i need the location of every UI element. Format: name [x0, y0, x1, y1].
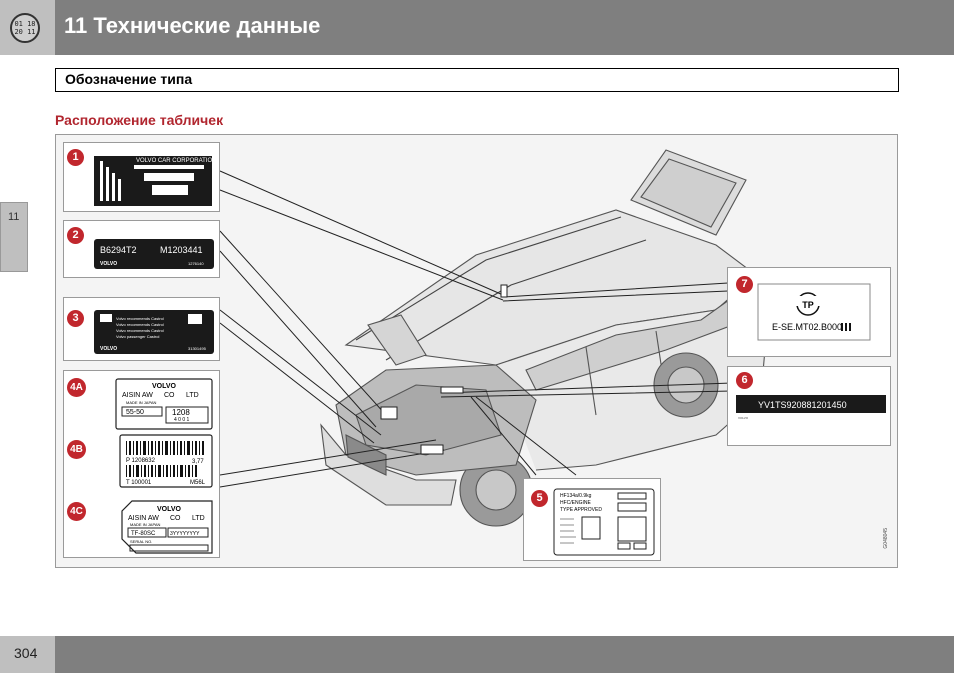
page-number: 304: [14, 645, 38, 661]
plate-4a-made-in: MADE IN JAPAN: [126, 400, 156, 405]
callout-4c: 4C: [67, 502, 86, 521]
plate-4c-made-in: MADE IN JAPAN: [130, 522, 160, 527]
plate-4c-brand: VOLVO: [157, 506, 182, 513]
plate-5-line-2: HFC/ENGINE: [560, 500, 592, 506]
section-title-box: Обозначение типа: [55, 68, 899, 92]
panel-plate-3: Volvo recommends Castrol Volvo recommend…: [63, 297, 220, 361]
plate-2-left-code: B6294T2: [100, 245, 137, 255]
plate-4c-serial-label: SERIAL NO.: [130, 539, 152, 544]
plate-4a-brand: VOLVO: [152, 383, 177, 390]
page-footer: [0, 636, 954, 673]
plate-4b-suffix: M56L: [190, 480, 206, 486]
plate-4b-ratio: 3,77: [192, 459, 204, 465]
car-plate-marker-4: [420, 444, 444, 455]
plate-3-line-4: Volvo passenger Castrol: [116, 334, 159, 339]
header-tab: 01 18 20 11: [0, 0, 55, 55]
plate-1-text: VOLVO CAR CORPORATION: [136, 158, 216, 164]
figure-image-code: G048045: [883, 528, 889, 549]
plate-4b-barcode-top: [126, 441, 204, 455]
plate-7-mark: ТР: [802, 300, 814, 310]
plate-3-line-3: Volvo recommends Castrol: [116, 328, 164, 333]
panel-plate-2: B6294T2 M1203441 VOLVO 1276140: [63, 220, 220, 278]
panel-plate-4: VOLVO AISIN AW CO LTD MADE IN JAPAN 55-5…: [63, 370, 220, 558]
plate-4a-model: 55-50: [126, 409, 144, 416]
plate-4c-maker-1: AISIN AW: [128, 515, 159, 522]
callout-2: 2: [67, 227, 84, 244]
logo-line-bottom: 20 11: [14, 28, 36, 36]
chapter-logo-icon: 01 18 20 11: [10, 13, 40, 43]
subheading: Расположение табличек: [55, 112, 224, 128]
chapter-side-tab[interactable]: 11: [0, 202, 28, 272]
manual-page: 01 18 20 11 11 Технические данные Обозна…: [0, 0, 954, 673]
plate-3-line-1: Volvo recommends Castrol: [116, 316, 164, 321]
plate-4c-maker-2: CO: [170, 515, 181, 522]
callout-5: 5: [531, 490, 548, 507]
plate-2-right-code: M1203441: [160, 245, 203, 255]
plate-2-small: 1276140: [188, 261, 204, 266]
callout-1: 1: [67, 149, 84, 166]
plate-4a-maker-3: LTD: [186, 392, 199, 399]
plate-4a-maker-1: AISIN AW: [122, 392, 153, 399]
callout-6: 6: [736, 372, 753, 389]
plate-4c-model: TF-80SC: [131, 531, 156, 537]
plate-7-code: E-SE.MT02.B000: [772, 322, 842, 332]
plate-6-vin: YV1TS920881201450: [758, 400, 847, 410]
plate-2-brand: VOLVO: [100, 261, 117, 267]
logo-line-top: 01 18: [14, 20, 36, 28]
plate-6-small: VOLVO: [738, 416, 749, 420]
callout-4b: 4B: [67, 440, 86, 459]
section-title: Обозначение типа: [65, 71, 193, 87]
chapter-title: 11 Технические данные: [64, 13, 321, 38]
plate-4a-sub: 4 0 0 1: [174, 417, 190, 423]
callout-4a: 4A: [67, 378, 86, 397]
plate-locations-figure: VOLVO CAR CORPORATION 1 B6294T2 M1203441…: [55, 134, 898, 568]
car-plate-marker-6: [440, 386, 464, 394]
plate-5-line-3: TYPE APPROVED: [560, 507, 602, 513]
side-tab-label: 11: [8, 211, 20, 223]
plate-4c-maker-3: LTD: [192, 515, 205, 522]
car-plate-marker-2: [380, 406, 398, 420]
plate-4c-code: 3YYYYYYYY: [170, 531, 200, 537]
car-outline: [320, 149, 769, 527]
plate-4b-p-code: P 1208632: [126, 458, 156, 464]
plate-5-line-1: HF134a/0.9kg: [560, 493, 592, 499]
plate-3-brand: VOLVO: [100, 346, 117, 352]
car-plate-marker-1: [500, 284, 508, 298]
plate-3-line-2: Volvo recommends Castrol: [116, 322, 164, 327]
callout-3: 3: [67, 310, 84, 327]
plate-4a-serial: 1208: [172, 408, 190, 417]
callout-7: 7: [736, 276, 753, 293]
plate-4b-t-code: T 100001: [126, 480, 152, 486]
plate-4a-maker-2: CO: [164, 392, 175, 399]
plate-3-code: 31301495: [188, 346, 207, 351]
panel-plate-1: VOLVO CAR CORPORATION: [63, 142, 220, 212]
